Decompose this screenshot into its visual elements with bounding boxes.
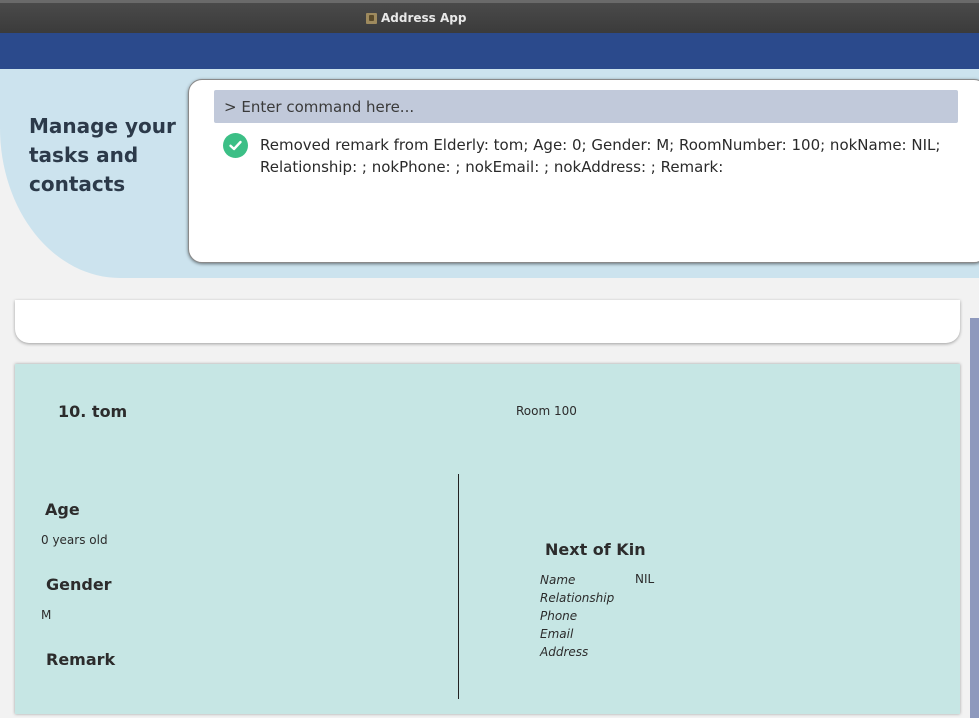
age-value: 0 years old bbox=[41, 533, 108, 547]
gender-label: Gender bbox=[46, 575, 112, 594]
success-check-icon bbox=[223, 133, 248, 158]
app-tagline: Manage your tasks and contacts bbox=[29, 114, 176, 196]
command-result-text: Removed remark from Elderly: tom; Age: 0… bbox=[260, 136, 941, 176]
remark-label: Remark bbox=[46, 650, 116, 669]
command-result: Removed remark from Elderly: tom; Age: 0… bbox=[223, 133, 953, 178]
age-label: Age bbox=[45, 500, 80, 519]
nok-address-label: Address bbox=[540, 645, 589, 659]
menu-bar bbox=[0, 33, 979, 69]
nok-email-label: Email bbox=[540, 627, 574, 641]
nok-name-label: Name bbox=[540, 573, 576, 587]
window-title-bar: Address App bbox=[0, 0, 979, 33]
nok-phone-label: Phone bbox=[540, 609, 578, 623]
window-title-group: Address App bbox=[366, 10, 466, 26]
window-title: Address App bbox=[381, 11, 467, 25]
card-divider bbox=[458, 474, 459, 699]
next-of-kin-title: Next of Kin bbox=[545, 540, 646, 559]
list-item-previous-card[interactable] bbox=[15, 300, 960, 343]
elderly-card[interactable] bbox=[15, 364, 960, 714]
elderly-name: 10. tom bbox=[58, 402, 128, 421]
list-scrollbar[interactable] bbox=[970, 318, 979, 718]
command-input[interactable] bbox=[214, 90, 958, 123]
nok-name-value: NIL bbox=[635, 572, 655, 586]
gender-value: M bbox=[41, 608, 52, 622]
app-icon bbox=[366, 12, 377, 24]
room-number: Room 100 bbox=[516, 404, 577, 418]
nok-relationship-label: Relationship bbox=[540, 591, 615, 605]
